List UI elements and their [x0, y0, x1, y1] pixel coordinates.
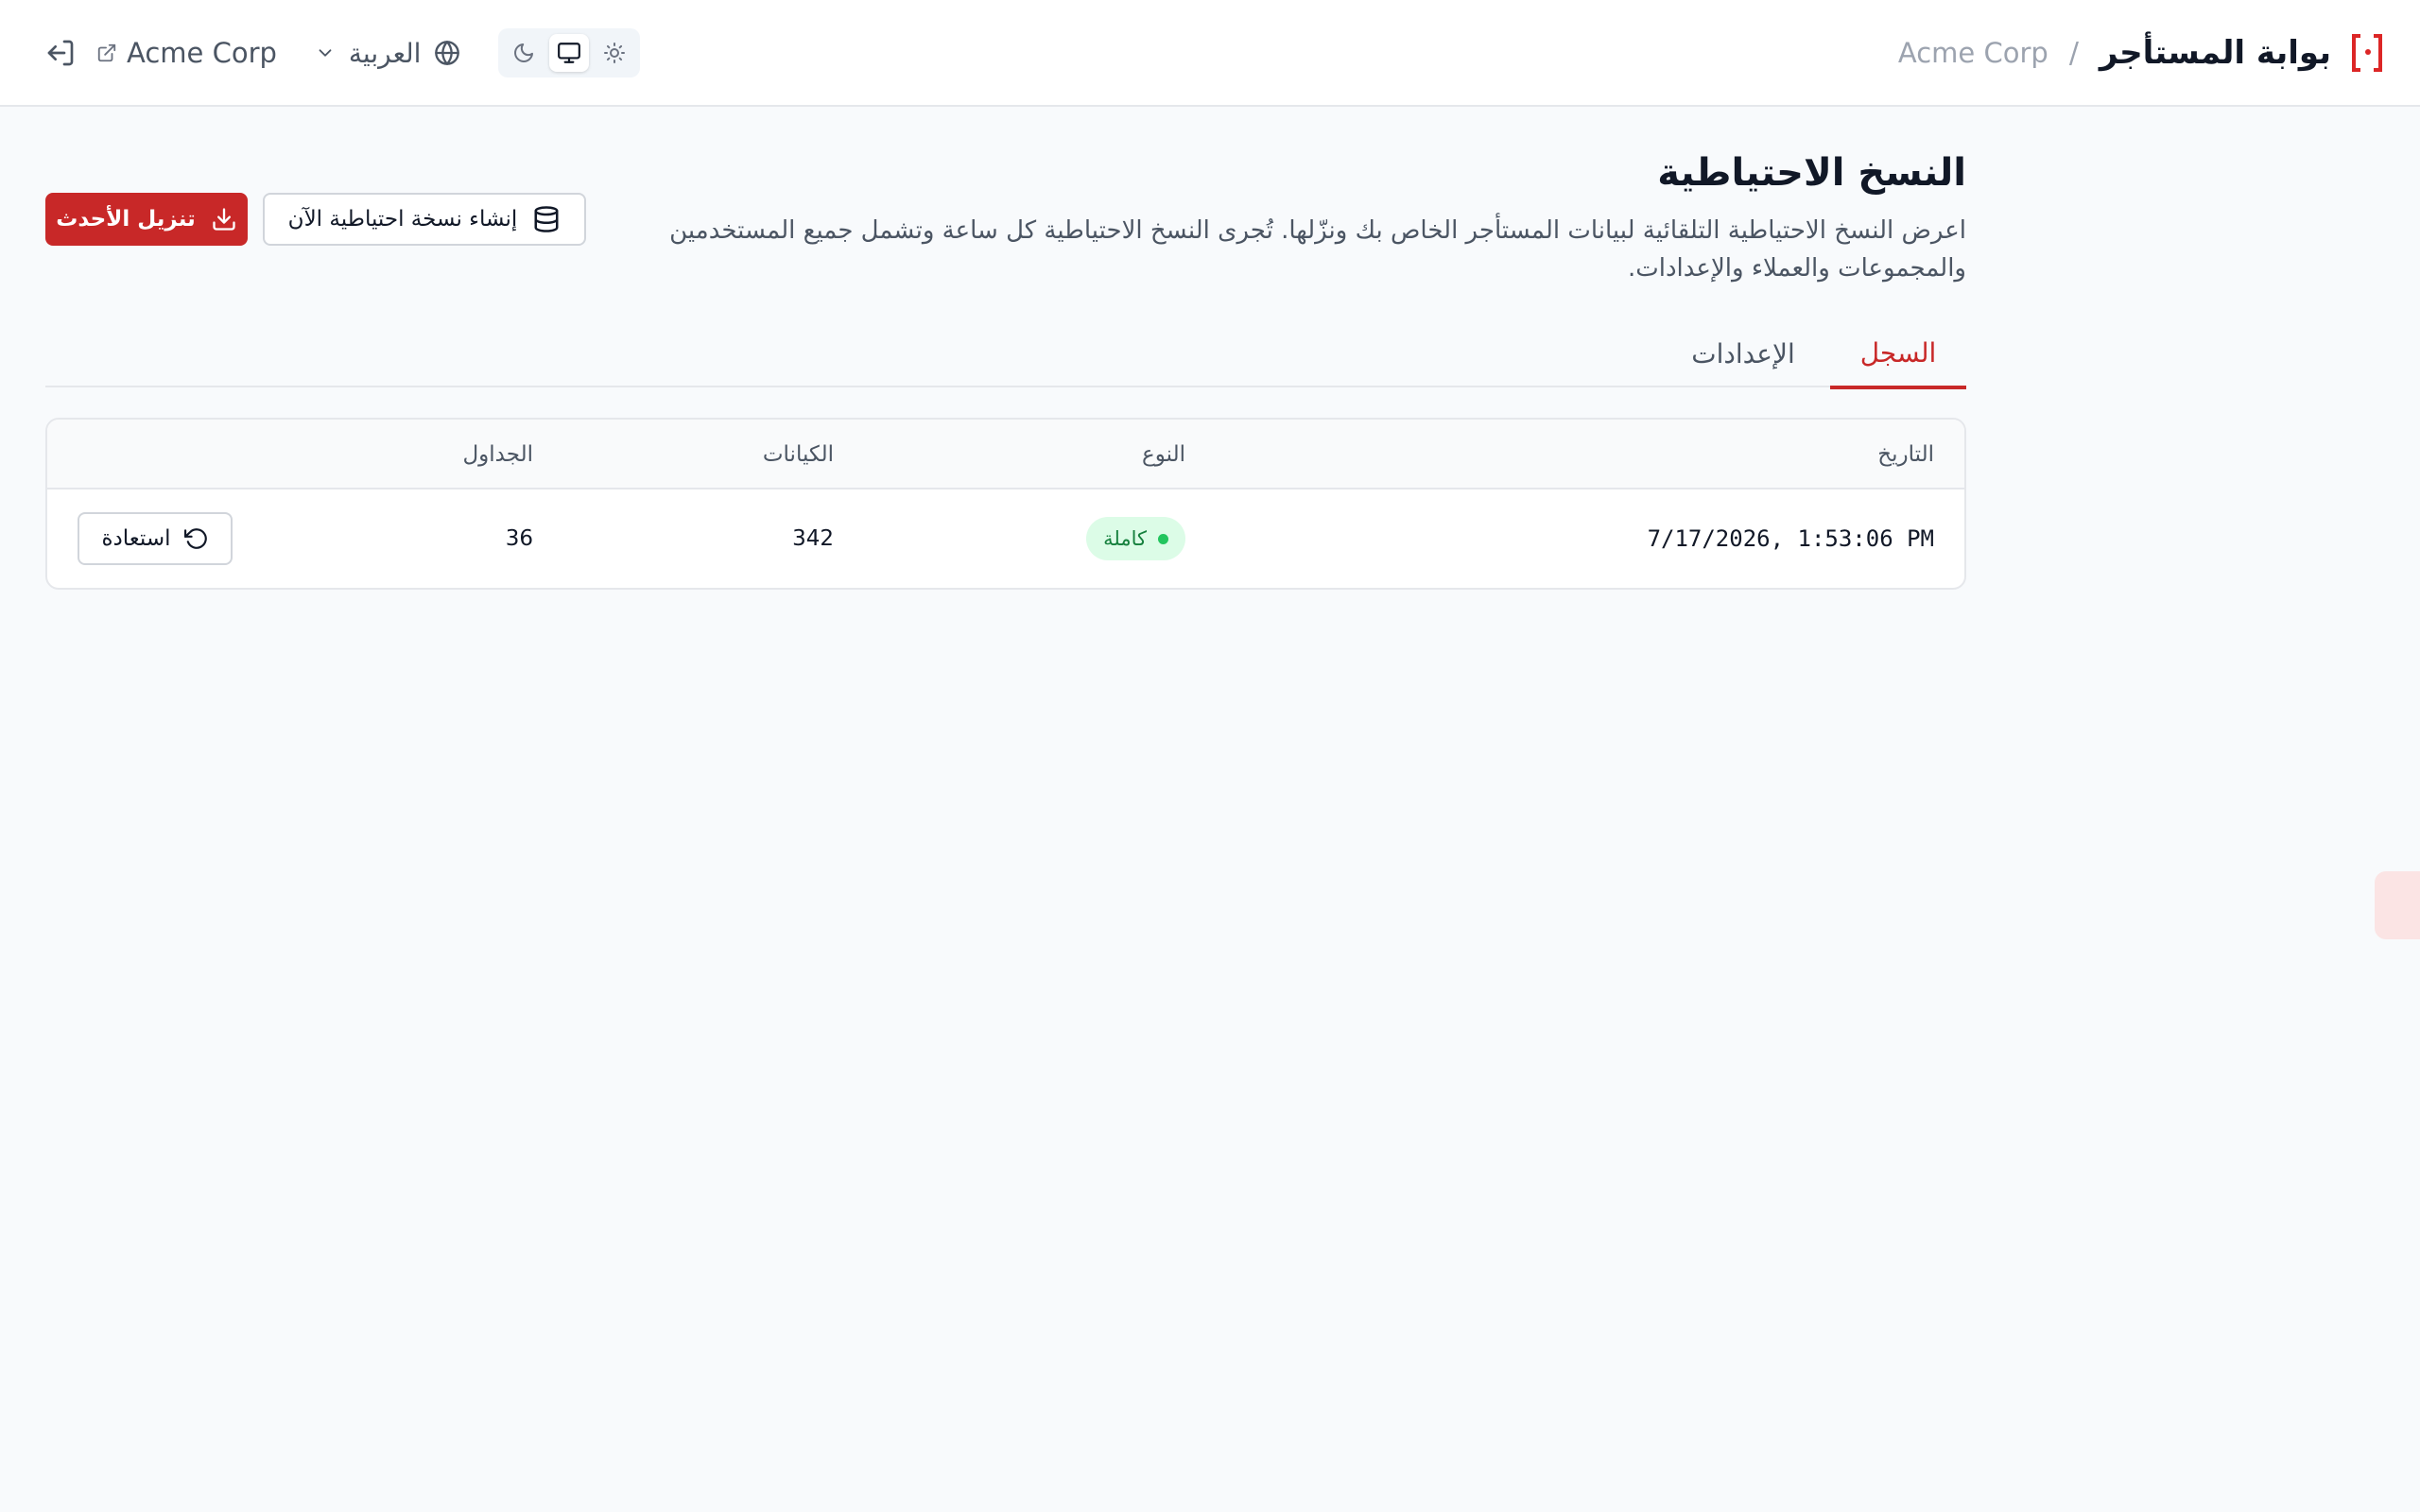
tab-bar: السجل الإعدادات — [45, 319, 1966, 389]
tab-history[interactable]: السجل — [1830, 319, 1966, 389]
column-tables: الجداول — [462, 442, 533, 467]
brand-logo-icon — [2352, 34, 2382, 72]
page-title: النسخ الاحتياطية — [1657, 151, 1966, 195]
page-description: اعرض النسخ الاحتياطية التلقائية لبيانات … — [669, 216, 1966, 283]
theme-system-button[interactable] — [549, 34, 590, 72]
backups-table: التاريخ النوع الكيانات الجداول 7/17/2026… — [45, 418, 1966, 590]
language-label: العربية — [348, 37, 422, 69]
top-bar: بوابة المستأجر / Acme Corp Acme Corp الع… — [0, 0, 2420, 107]
brand: بوابة المستأجر / Acme Corp — [1898, 28, 2382, 77]
tenant-external-link[interactable]: Acme Corp — [96, 37, 277, 69]
download-latest-button[interactable]: تنزيل الأحدث — [45, 193, 248, 246]
backup-type: كاملة — [1103, 527, 1147, 550]
backup-type-cell: كاملة — [1086, 490, 1185, 588]
column-date: التاريخ — [1877, 442, 1934, 467]
status-dot-icon — [1158, 533, 1168, 544]
backup-tables: 36 — [505, 526, 533, 551]
header-controls: Acme Corp العربية — [42, 26, 641, 79]
theme-dark-button[interactable] — [504, 34, 544, 72]
theme-switcher — [498, 28, 641, 77]
status-badge: كاملة — [1086, 517, 1185, 560]
sun-icon — [604, 43, 626, 63]
backup-entities: 342 — [792, 526, 834, 551]
download-latest-label: تنزيل الأحدث — [56, 207, 196, 232]
moon-icon — [514, 43, 534, 62]
database-icon — [534, 206, 559, 232]
breadcrumb-separator: / — [2068, 36, 2079, 70]
tab-settings[interactable]: الإعدادات — [1675, 319, 1811, 387]
app-title: بوابة المستأجر — [2099, 34, 2331, 72]
restore-button[interactable]: استعادة — [78, 512, 233, 565]
logout-button[interactable] — [42, 34, 79, 72]
backup-date: 7/17/2026, 1:53:06 PM — [1647, 525, 1934, 552]
theme-light-button[interactable] — [595, 34, 634, 72]
create-backup-button[interactable]: إنشاء نسخة احتياطية الآن — [263, 193, 586, 246]
restore-label: استعادة — [101, 526, 171, 551]
tenant-name: Acme Corp — [1897, 37, 2048, 69]
language-select[interactable]: العربية — [315, 38, 461, 69]
table-header: التاريخ النوع الكيانات الجداول — [47, 420, 1964, 490]
table-row: 7/17/2026, 1:53:06 PM كاملة 342 36 استعا… — [47, 490, 1964, 588]
monitor-icon — [558, 43, 581, 63]
external-link-icon — [97, 43, 116, 62]
rotate-ccw-icon — [183, 528, 207, 549]
logout-icon — [47, 40, 74, 66]
tenant-link-label: Acme Corp — [127, 37, 277, 69]
create-backup-label: إنشاء نسخة احتياطية الآن — [287, 207, 518, 232]
side-drawer-handle[interactable] — [2375, 871, 2420, 939]
column-type: النوع — [1142, 442, 1185, 467]
chevron-down-icon — [319, 49, 332, 57]
column-entities: الكيانات — [762, 442, 834, 467]
download-icon — [213, 208, 235, 231]
globe-icon — [435, 41, 460, 65]
